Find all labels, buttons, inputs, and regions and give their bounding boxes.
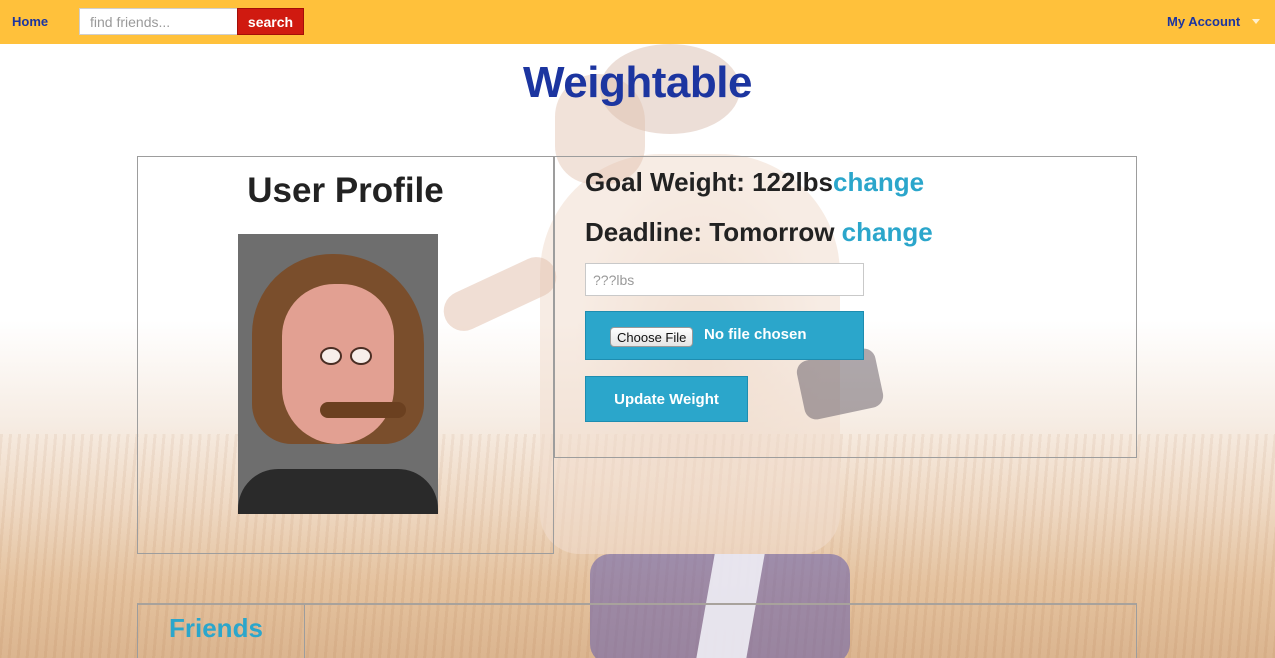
deadline-label: Deadline: Tomorrow	[585, 217, 842, 247]
avatar-eye	[350, 347, 372, 365]
avatar-mustache	[320, 402, 406, 418]
search-input[interactable]	[79, 8, 237, 35]
chevron-down-icon[interactable]	[1252, 19, 1260, 24]
choose-file-button[interactable]: Choose File	[610, 327, 694, 347]
file-status-text: No file chosen	[704, 326, 807, 343]
goal-weight-label: Goal Weight: 122lbs	[585, 167, 834, 197]
profile-heading: User Profile	[247, 171, 444, 210]
avatar-face	[282, 284, 394, 444]
friends-heading: Friends	[169, 613, 263, 643]
friends-panel: Friends	[137, 603, 1137, 658]
profile-photo	[238, 234, 438, 514]
weight-panel: Goal Weight: 122lbschange Deadline: Tomo…	[554, 156, 1137, 458]
user-profile-panel: User Profile	[137, 156, 554, 554]
search-button[interactable]: search	[237, 8, 304, 35]
file-upload-box: Choose File No file chosen	[585, 311, 864, 360]
deadline-row: Deadline: Tomorrow change	[585, 217, 933, 248]
goal-weight-row: Goal Weight: 122lbschange	[585, 167, 924, 198]
home-link[interactable]: Home	[12, 14, 48, 29]
top-navbar: Home search My Account	[0, 0, 1275, 44]
avatar-eye	[320, 347, 342, 365]
my-account-menu[interactable]: My Account	[1167, 14, 1240, 29]
site-title: Weightable	[523, 58, 752, 107]
weight-input[interactable]	[585, 263, 864, 296]
goal-change-link[interactable]: change	[833, 167, 924, 197]
avatar-shirt	[238, 469, 438, 514]
update-weight-button[interactable]: Update Weight	[585, 376, 748, 422]
deadline-change-link[interactable]: change	[842, 217, 933, 247]
friends-tab: Friends	[138, 605, 305, 658]
